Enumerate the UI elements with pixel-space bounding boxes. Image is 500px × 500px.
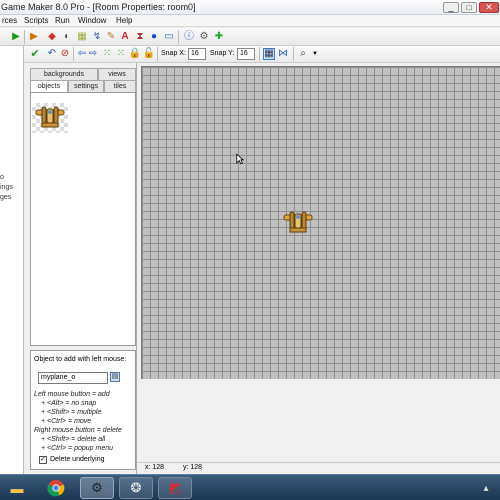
- background-icon[interactable]: ▦: [76, 31, 88, 43]
- menu-resources[interactable]: rces: [2, 16, 17, 25]
- extensions-icon[interactable]: ✚: [213, 31, 225, 43]
- menu-scripts[interactable]: Scripts: [24, 16, 48, 25]
- object-preview-area[interactable]: [30, 92, 136, 346]
- zoom-icon[interactable]: ⌕: [297, 48, 309, 60]
- game-info-icon[interactable]: ⓘ: [183, 31, 195, 43]
- object-panel-heading: Object to add with left mouse:: [34, 356, 127, 363]
- font-icon[interactable]: A: [119, 31, 131, 43]
- status-x: x: 128: [145, 464, 165, 471]
- resource-tree-label[interactable]: ges: [0, 194, 11, 201]
- status-bar: x: 128 y: 128: [137, 462, 500, 474]
- sort-icon[interactable]: ⁙: [101, 48, 113, 60]
- snap-y-field[interactable]: 16: [237, 48, 255, 60]
- help-line: + <Shift> = multiple: [41, 409, 102, 416]
- isometric-grid-icon[interactable]: ⋈: [277, 48, 289, 60]
- help-line: + <Shift> = delete all: [41, 436, 106, 443]
- room-toolbar: ✔ ↶ ⊘ ⇦ ⇨ ⁙ ⁙ 🔒 🔓 Snap X: 16 Snap Y: 16 …: [24, 46, 500, 63]
- timeline-icon[interactable]: ⧗: [134, 31, 146, 43]
- chevron-down-icon[interactable]: ▼: [309, 48, 321, 60]
- help-line: + <Ctrl> = popup menu: [41, 445, 113, 452]
- mouse-cursor-icon: [236, 153, 244, 165]
- tab-tiles[interactable]: tiles: [104, 80, 136, 92]
- resource-tree-label[interactable]: ings: [0, 184, 13, 191]
- close-button[interactable]: ✕: [479, 2, 499, 13]
- main-toolbar: ▶ ▶ ◆ ◐ ▦ ↯ ✎ A ⧗ ● ▭ ⓘ ⚙ ✚: [0, 28, 500, 46]
- unlock-icon[interactable]: 🔓: [143, 48, 155, 60]
- undo-icon[interactable]: ↶: [46, 48, 58, 60]
- object-selection-panel: Object to add with left mouse: Left mous…: [30, 350, 136, 470]
- snap-x-label: Snap X:: [161, 50, 186, 57]
- resource-tree[interactable]: o ings ges: [0, 46, 24, 474]
- script-icon[interactable]: ✎: [105, 31, 117, 43]
- delete-underlying-checkbox[interactable]: ✓: [39, 456, 47, 464]
- maximize-button[interactable]: □: [461, 2, 477, 13]
- app-gear-taskbar-icon[interactable]: ❂: [119, 477, 153, 499]
- canvas-empty-area: [141, 379, 500, 474]
- minimize-button[interactable]: _: [443, 2, 459, 13]
- room-icon[interactable]: ▭: [163, 31, 175, 43]
- folder-icon[interactable]: ▬: [2, 477, 32, 499]
- sprite-icon[interactable]: ◆: [46, 31, 58, 43]
- resource-tree-label[interactable]: o: [0, 174, 4, 181]
- lock-icon[interactable]: 🔒: [129, 48, 141, 60]
- status-y: y: 128: [183, 464, 203, 471]
- plane-sprite-icon: [35, 106, 65, 128]
- tab-backgrounds[interactable]: backgrounds: [30, 68, 98, 80]
- title-bar: Game Maker 8.0 Pro - [Room Properties: r…: [0, 0, 500, 15]
- sort-2-icon[interactable]: ⁙: [115, 48, 127, 60]
- menu-run[interactable]: Run: [55, 16, 70, 25]
- object-picker-icon[interactable]: ▤: [110, 372, 120, 382]
- delete-underlying-label: Delete underlying: [50, 456, 105, 463]
- snap-y-label: Snap Y:: [210, 50, 235, 57]
- global-settings-icon[interactable]: ⚙: [198, 31, 210, 43]
- grid-toggle-icon[interactable]: ▦: [263, 48, 275, 60]
- game-maker-taskbar-icon[interactable]: ⚙: [80, 477, 114, 499]
- plane-instance-icon[interactable]: [283, 210, 313, 236]
- menu-bar: rces Scripts Run Window Help: [0, 15, 500, 27]
- help-line: + <Alt> = no snap: [41, 400, 97, 407]
- menu-help[interactable]: Help: [116, 16, 132, 25]
- run-icon[interactable]: ▶: [10, 31, 22, 43]
- chrome-icon[interactable]: [42, 477, 70, 499]
- ok-check-icon[interactable]: ✔: [29, 48, 41, 60]
- snap-x-field[interactable]: 16: [188, 48, 206, 60]
- object-preview-thumbnail[interactable]: [32, 103, 68, 133]
- window-title: Game Maker 8.0 Pro - [Room Properties: r…: [1, 2, 196, 12]
- object-icon[interactable]: ●: [148, 31, 160, 43]
- path-icon[interactable]: ↯: [91, 31, 103, 43]
- help-line: Left mouse button = add: [34, 391, 110, 398]
- help-line: Right mouse button = delete: [34, 427, 122, 434]
- room-canvas[interactable]: [141, 66, 500, 379]
- tab-settings[interactable]: settings: [68, 80, 104, 92]
- taskbar: ▬ ⚙ ❂ ◩ ▴: [0, 474, 500, 500]
- shift-right-icon[interactable]: ⇨: [87, 48, 99, 60]
- tray-icon[interactable]: ▴: [474, 477, 498, 499]
- clear-icon[interactable]: ⊘: [59, 48, 71, 60]
- run-debug-icon[interactable]: ▶: [28, 31, 40, 43]
- sound-icon[interactable]: ◐: [61, 31, 73, 43]
- tab-views[interactable]: views: [98, 68, 136, 80]
- object-name-field[interactable]: myplane_o: [38, 372, 108, 384]
- recorder-taskbar-icon[interactable]: ◩: [158, 477, 192, 499]
- menu-window[interactable]: Window: [78, 16, 106, 25]
- help-line: + <Ctrl> = move: [41, 418, 92, 425]
